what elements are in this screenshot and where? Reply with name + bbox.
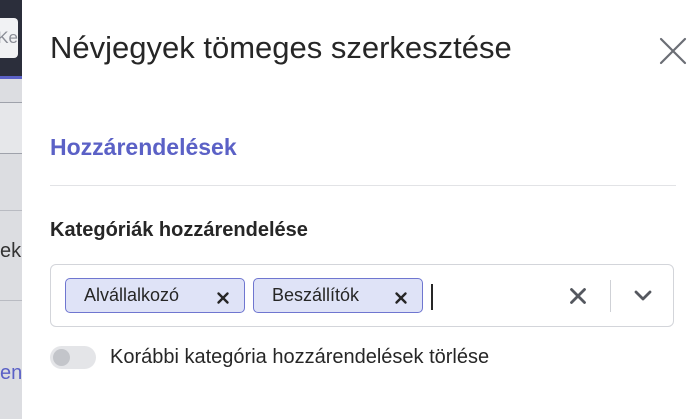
category-multiselect[interactable]: Alvállalkozó Beszállítók [50, 264, 674, 327]
tag-label: Alvállalkozó [84, 285, 180, 305]
clear-previous-toggle[interactable] [50, 346, 96, 369]
background-page: Ke ek en [0, 0, 22, 419]
modal-title: Névjegyek tömeges szerkesztése [50, 30, 512, 65]
dropdown-toggle[interactable] [633, 289, 653, 303]
chevron-down-icon [634, 290, 652, 301]
tag-remove-button[interactable] [216, 289, 230, 304]
background-topbar-accent [0, 76, 22, 79]
section-heading-assignments: Hozzárendelések [50, 134, 237, 160]
background-divider [0, 300, 22, 301]
selected-tag: Beszállítók [253, 278, 423, 313]
toggle-knob [53, 349, 70, 366]
remove-icon [217, 291, 229, 304]
background-divider [0, 210, 22, 211]
background-search: Ke [0, 18, 18, 58]
tag-label: Beszállítók [272, 285, 360, 305]
close-icon [659, 37, 687, 65]
bulk-edit-modal: Névjegyek tömeges szerkesztése Hozzárend… [22, 0, 700, 419]
clear-previous-toggle-row: Korábbi kategória hozzárendelések törlés… [50, 346, 489, 369]
close-button[interactable] [658, 36, 688, 66]
background-card [0, 102, 22, 154]
toggle-label: Korábbi kategória hozzárendelések törlés… [110, 346, 490, 368]
tag-remove-button[interactable] [394, 289, 408, 304]
section-divider [50, 185, 676, 186]
clear-icon [570, 288, 586, 304]
background-link: en [0, 362, 22, 384]
category-field-label: Kategóriák hozzárendelése [50, 219, 308, 241]
clear-all-button[interactable] [569, 287, 587, 305]
background-text: ek [0, 240, 22, 262]
indicator-separator [610, 280, 611, 312]
remove-icon [395, 291, 407, 304]
selected-tag: Alvállalkozó [65, 278, 245, 313]
background-topbar: Ke [0, 0, 22, 78]
text-caret[interactable] [431, 284, 433, 310]
